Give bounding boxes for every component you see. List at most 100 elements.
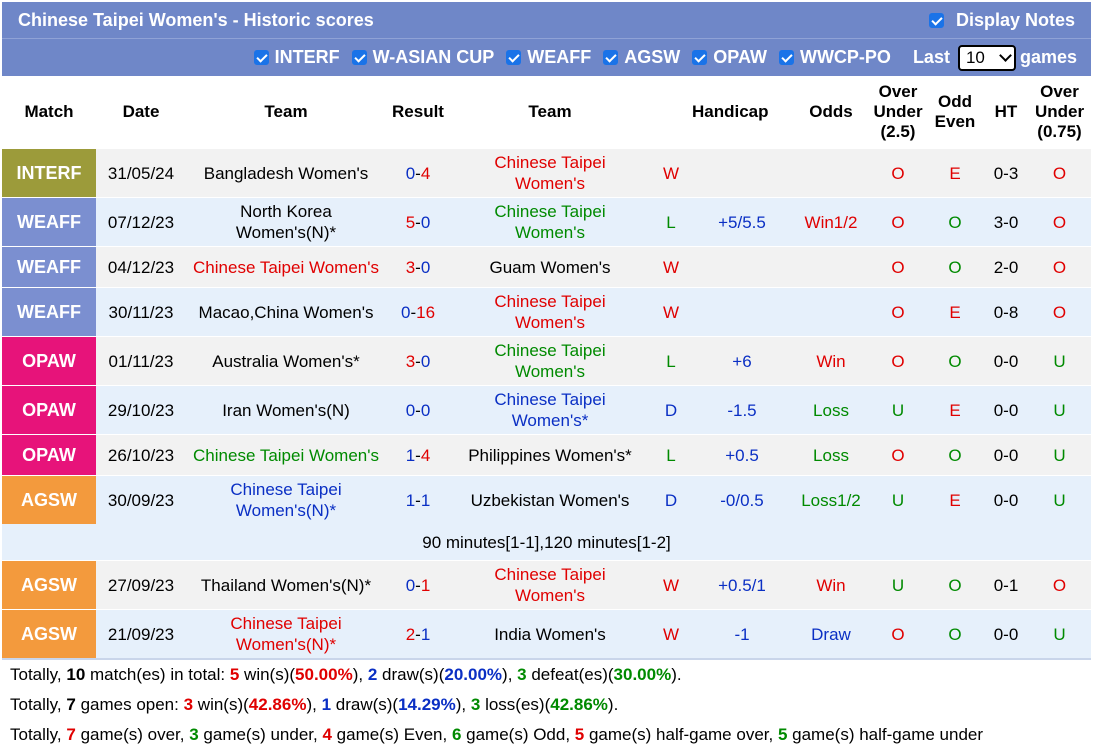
over-under-075: U bbox=[1028, 475, 1091, 524]
home-score: 1 bbox=[405, 445, 416, 465]
filter-wwcp-po[interactable]: WWCP-PO bbox=[778, 47, 891, 68]
filter-checkbox[interactable] bbox=[603, 50, 619, 65]
match-badge: OPAW bbox=[2, 385, 96, 435]
filter-w-asian-cup[interactable]: W-ASIAN CUP bbox=[351, 47, 495, 68]
table-row[interactable]: WEAFF 04/12/23 Chinese Taipei Women's 3-0 Gu… bbox=[2, 246, 1091, 288]
win-loss-draw: L bbox=[650, 336, 692, 386]
col-over-under-25: Over Under (2.5) bbox=[870, 76, 926, 149]
match-date: 21/09/23 bbox=[96, 609, 186, 658]
handicap: +6 bbox=[692, 336, 792, 386]
summary-text: ), bbox=[455, 695, 471, 714]
away-score: 0 bbox=[420, 400, 431, 420]
table-row[interactable]: OPAW 26/10/23 Chinese Taipei Women's 1-4 Phi… bbox=[2, 434, 1091, 476]
col-team2: Team bbox=[450, 76, 650, 149]
summary-value: 30.00% bbox=[613, 665, 672, 684]
handicap: +5/5.5 bbox=[692, 197, 792, 247]
col-ht: HT bbox=[984, 76, 1028, 149]
table-row[interactable]: WEAFF 30/11/23 Macao,China Women's 0-16 Chin… bbox=[2, 287, 1091, 337]
last-label: Last bbox=[912, 47, 950, 67]
summary: Totally, 10 match(es) in total: 5 win(s)… bbox=[2, 658, 1091, 750]
away-team: Philippines Women's* bbox=[450, 434, 650, 476]
home-team: Iran Women's(N) bbox=[186, 385, 386, 435]
home-score: 2 bbox=[405, 624, 416, 644]
filter-checkbox[interactable] bbox=[351, 50, 367, 65]
odd-even: E bbox=[926, 148, 984, 198]
odds-result: Draw bbox=[792, 609, 870, 658]
away-team: Uzbekistan Women's bbox=[450, 475, 650, 524]
home-score: 3 bbox=[405, 351, 416, 371]
table-row[interactable]: AGSW 27/09/23 Thailand Women's(N)* 0-1 Chine… bbox=[2, 560, 1091, 610]
away-team: Chinese Taipei Women's bbox=[450, 148, 650, 198]
over-under-25: O bbox=[870, 336, 926, 386]
filter-opaw[interactable]: OPAW bbox=[692, 47, 767, 68]
odds-result: Win bbox=[792, 336, 870, 386]
over-under-25: U bbox=[870, 385, 926, 435]
away-team-name-2: Women's* bbox=[511, 411, 589, 430]
home-team-name: Thailand Women's(N)* bbox=[200, 575, 372, 595]
filter-label: W-ASIAN CUP bbox=[372, 47, 495, 67]
away-team-name: Uzbekistan Women's bbox=[470, 490, 630, 510]
odd-even: E bbox=[926, 287, 984, 337]
odds-result: Loss bbox=[792, 385, 870, 435]
table-row[interactable]: INTERF 31/05/24 Bangladesh Women's 0-4 Chine… bbox=[2, 148, 1091, 198]
summary-value: 4 bbox=[322, 725, 332, 744]
handicap bbox=[692, 148, 792, 198]
odds-result: Loss bbox=[792, 434, 870, 476]
filter-label: INTERF bbox=[274, 47, 340, 67]
last-games-select[interactable]: 10 bbox=[957, 44, 1016, 71]
filter-checkbox[interactable] bbox=[692, 50, 708, 65]
filter-agsw[interactable]: AGSW bbox=[603, 47, 680, 68]
home-team: Australia Women's* bbox=[186, 336, 386, 386]
chevron-down-icon bbox=[999, 49, 1012, 62]
col-date: Date bbox=[96, 76, 186, 149]
odd-even: O bbox=[926, 560, 984, 610]
match-date: 31/05/24 bbox=[96, 148, 186, 198]
filter-checkbox[interactable] bbox=[506, 50, 522, 65]
filter-checkbox[interactable] bbox=[778, 50, 794, 65]
col-odds: Odds bbox=[792, 76, 870, 149]
away-team-name: Philippines Women's* bbox=[468, 445, 632, 465]
filter-interf[interactable]: INTERF bbox=[253, 47, 340, 68]
handicap: -1 bbox=[692, 609, 792, 658]
summary-text: ). bbox=[607, 695, 619, 714]
win-loss-draw: W bbox=[650, 246, 692, 288]
filter-weaff[interactable]: WEAFF bbox=[506, 47, 591, 68]
summary-text: game(s) Even, bbox=[331, 725, 452, 744]
home-team: Macao,China Women's bbox=[186, 287, 386, 337]
match-badge: WEAFF bbox=[2, 197, 96, 247]
win-loss-draw: L bbox=[650, 434, 692, 476]
half-time-score: 3-0 bbox=[984, 197, 1028, 247]
half-time-score: 0-3 bbox=[984, 148, 1028, 198]
scores-table: Match Date Team Result Team Handicap Odd… bbox=[2, 76, 1091, 658]
half-time-score: 2-0 bbox=[984, 246, 1028, 288]
summary-value: 5 bbox=[229, 665, 240, 684]
half-time-score: 0-0 bbox=[984, 434, 1028, 476]
table-row[interactable]: OPAW 01/11/23 Australia Women's* 3-0 Chinese… bbox=[2, 336, 1091, 386]
home-team: Chinese Taipei Women's(N)* bbox=[186, 475, 386, 524]
odd-even: O bbox=[926, 336, 984, 386]
home-team: Thailand Women's(N)* bbox=[186, 560, 386, 610]
summary-text: ). bbox=[671, 665, 682, 684]
summary-value: 2 bbox=[367, 665, 378, 684]
match-badge: WEAFF bbox=[2, 287, 96, 337]
over-under-075: O bbox=[1028, 246, 1091, 288]
away-team-name: Guam Women's bbox=[489, 257, 611, 277]
filter-checkbox[interactable] bbox=[253, 50, 269, 65]
over-under-25: U bbox=[870, 560, 926, 610]
over-under-075: U bbox=[1028, 434, 1091, 476]
over-under-075: O bbox=[1028, 560, 1091, 610]
summary-line-matches: Totally, 10 match(es) in total: 5 win(s)… bbox=[2, 660, 1091, 690]
table-row[interactable]: OPAW 29/10/23 Iran Women's(N) 0-0 Chinese Ta… bbox=[2, 385, 1091, 435]
table-row[interactable]: AGSW 30/09/23 Chinese Taipei Women's(N)* 1-1… bbox=[2, 475, 1091, 524]
match-date: 26/10/23 bbox=[96, 434, 186, 476]
over-under-25: O bbox=[870, 246, 926, 288]
table-row[interactable]: AGSW 21/09/23 Chinese Taipei Women's(N)* 2-1… bbox=[2, 609, 1091, 658]
display-notes-toggle[interactable]: Display Notes bbox=[928, 10, 1075, 31]
handicap: -0/0.5 bbox=[692, 475, 792, 524]
summary-text: Totally, bbox=[10, 695, 67, 714]
table-row[interactable]: WEAFF 07/12/23 North Korea Women's(N)* 5-0 Ch… bbox=[2, 197, 1091, 247]
summary-value: 14.29% bbox=[398, 695, 456, 714]
away-team-name-2: Women's bbox=[514, 174, 585, 193]
match-badge: AGSW bbox=[2, 475, 96, 524]
display-notes-checkbox[interactable] bbox=[928, 12, 944, 28]
